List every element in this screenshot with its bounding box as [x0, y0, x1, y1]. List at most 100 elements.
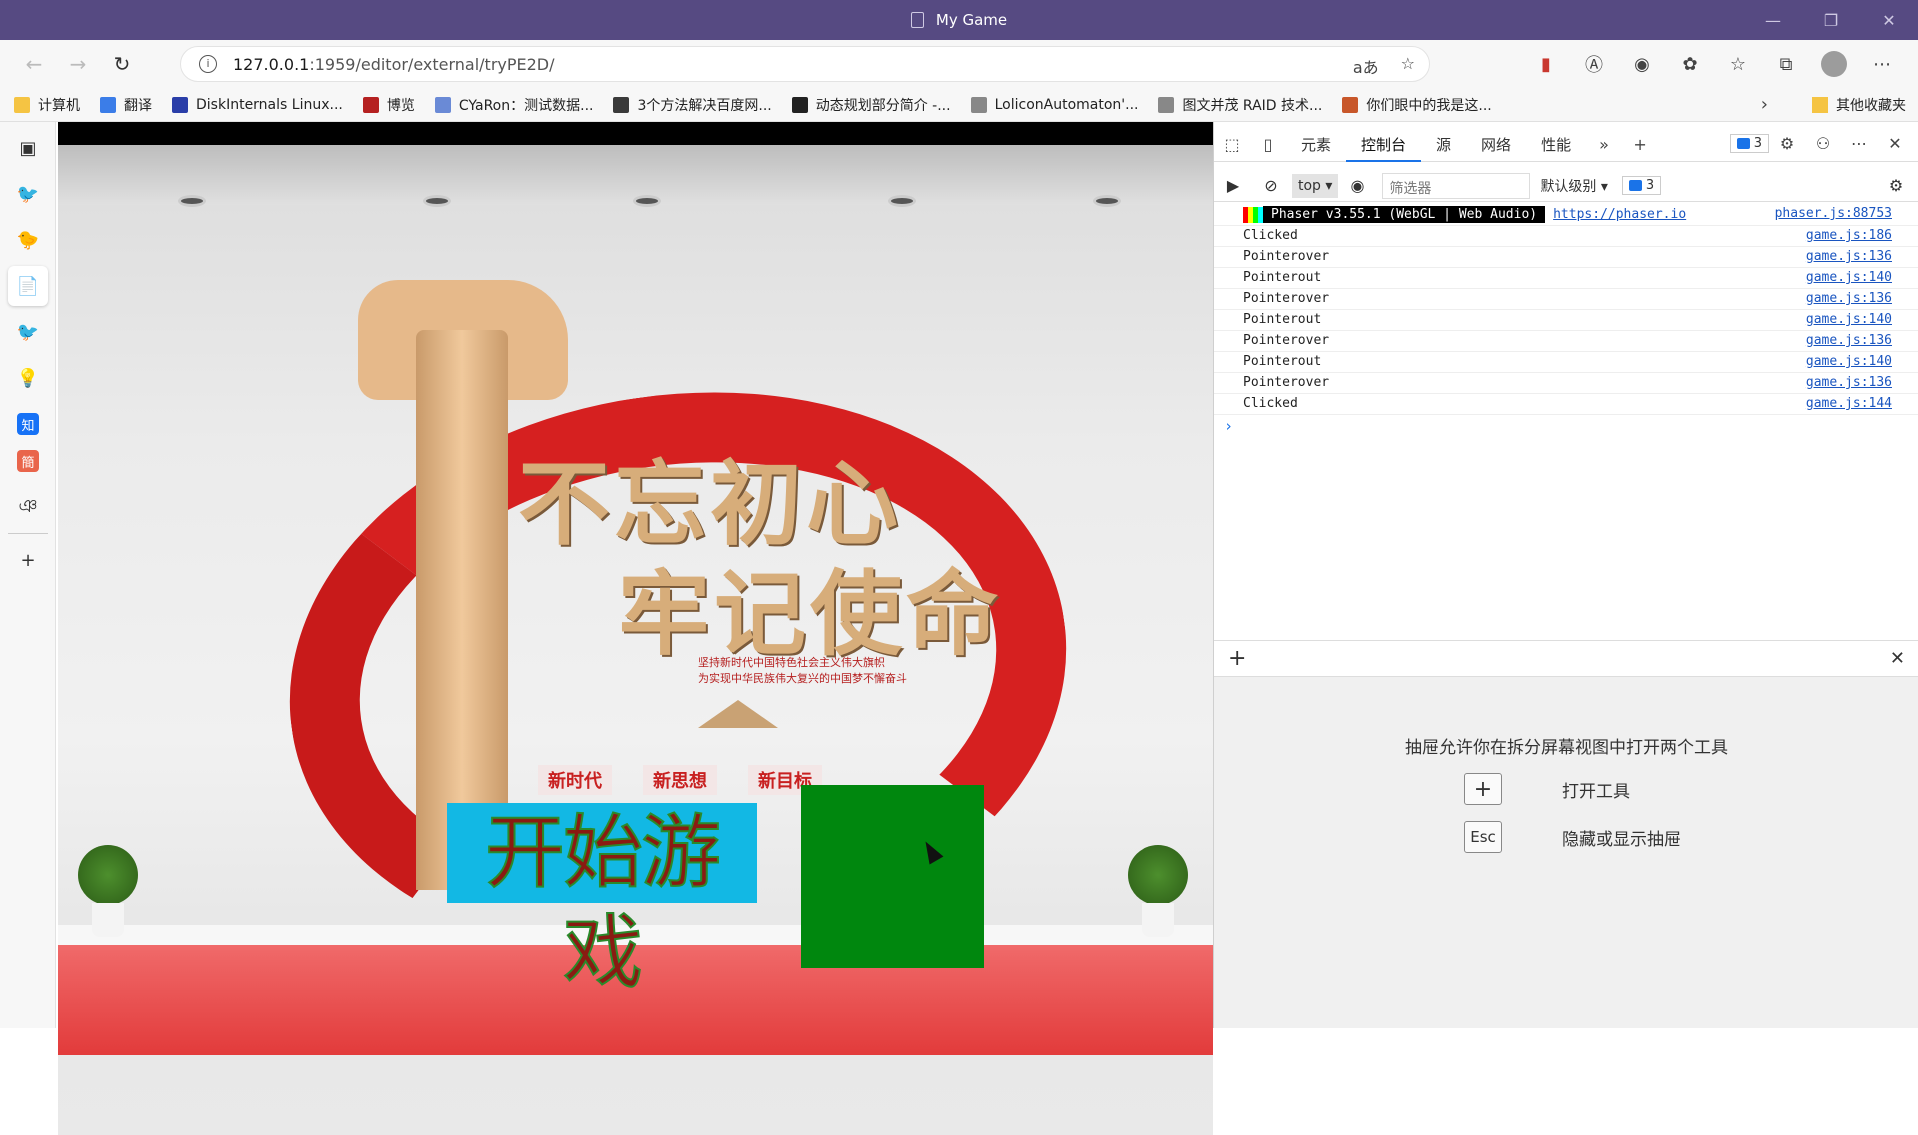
- pet2-icon[interactable]: 🐦: [8, 312, 48, 352]
- ceiling-lamp: [888, 195, 916, 207]
- log-source-link[interactable]: game.js:136: [1806, 373, 1892, 393]
- close-window-button[interactable]: ✕: [1860, 0, 1918, 40]
- read-aloud-icon[interactable]: aあ: [1353, 54, 1379, 78]
- favorite-item[interactable]: 翻译: [100, 95, 152, 115]
- favorite-item[interactable]: 图文并茂 RAID 技术...: [1158, 95, 1322, 115]
- log-row: Pointerover game.js:136: [1214, 373, 1918, 394]
- tab-performance[interactable]: 性能: [1526, 128, 1586, 162]
- issues-badge[interactable]: 3: [1621, 176, 1662, 195]
- favorite-item[interactable]: 计算机: [14, 95, 80, 115]
- collections-icon[interactable]: ⧉: [1762, 46, 1810, 82]
- add-tab-icon[interactable]: +: [1622, 130, 1658, 160]
- profile-icon[interactable]: [1810, 46, 1858, 82]
- esc-key[interactable]: Esc: [1464, 821, 1502, 853]
- favorite-item[interactable]: DiskInternals Linux...: [172, 96, 343, 113]
- log-levels-dropdown[interactable]: 默认级别 ▾: [1540, 176, 1607, 196]
- tag-label: 新时代: [538, 765, 612, 795]
- eye-icon[interactable]: ◉: [1338, 171, 1376, 201]
- extensions-icon[interactable]: ✿: [1666, 46, 1714, 82]
- log-source-link[interactable]: game.js:144: [1806, 394, 1892, 414]
- game-canvas[interactable]: 不忘初心 牢记使命 坚持新时代中国特色社会主义伟大旗帜 为实现中华民族伟大复兴的…: [58, 145, 1213, 1135]
- favorite-item[interactable]: LoliconAutomaton'...: [970, 96, 1138, 113]
- log-source-link[interactable]: game.js:140: [1806, 352, 1892, 372]
- jian-icon[interactable]: 簡: [17, 450, 39, 472]
- start-game-button[interactable]: 开始游戏: [447, 803, 757, 1000]
- drawer-open-tool: + 打开工具: [1464, 773, 1630, 805]
- favorite-star-icon[interactable]: ☆: [1401, 54, 1415, 78]
- tab-sources[interactable]: 源: [1421, 128, 1466, 162]
- bolan-icon: [362, 96, 379, 113]
- forward-button[interactable]: →: [56, 42, 100, 86]
- bulb-icon[interactable]: 💡: [8, 358, 48, 398]
- log-source-link[interactable]: game.js:136: [1806, 289, 1892, 309]
- green-square-sprite[interactable]: [801, 785, 984, 968]
- mountain-ornament: [698, 700, 778, 728]
- sidebar-toggle-icon[interactable]: ▶: [1214, 171, 1252, 201]
- favorite-item[interactable]: CYaRon：测试数据...: [434, 95, 593, 115]
- issues-badge[interactable]: 3: [1729, 133, 1769, 153]
- more-tabs-icon[interactable]: »: [1586, 130, 1622, 160]
- address-bar: ← → ↻ i 127.0.0.1:1959/editor/external/t…: [0, 40, 1918, 88]
- tabs-icon[interactable]: ▣: [8, 128, 48, 168]
- pet-icon[interactable]: 🐦: [8, 174, 48, 214]
- page-icon: [1158, 96, 1175, 113]
- refresh-button[interactable]: ↻: [100, 42, 144, 86]
- log-source-link[interactable]: game.js:140: [1806, 268, 1892, 288]
- favorites-icon[interactable]: ☆: [1714, 46, 1762, 82]
- log-source-link[interactable]: game.js:136: [1806, 331, 1892, 351]
- device-toggle-icon[interactable]: ▯: [1250, 130, 1286, 160]
- customize-icon[interactable]: ⚇: [1805, 128, 1841, 158]
- log-source-link[interactable]: game.js:140: [1806, 310, 1892, 330]
- close-icon[interactable]: ✕: [1877, 128, 1913, 158]
- tab-elements[interactable]: 元素: [1286, 128, 1346, 162]
- minimize-button[interactable]: —: [1744, 0, 1802, 40]
- context-selector[interactable]: top ▾: [1292, 173, 1339, 198]
- phaser-banner-row: Phaser v3.55.1 (WebGL | Web Audio) https…: [1214, 204, 1918, 226]
- log-row: Pointerover game.js:136: [1214, 247, 1918, 268]
- favorite-item[interactable]: 动态规划部分简介 -...: [791, 95, 951, 115]
- gear-icon[interactable]: ⚙: [1769, 128, 1805, 158]
- info-icon[interactable]: i: [199, 55, 217, 73]
- close-drawer-icon[interactable]: ✕: [1890, 648, 1905, 669]
- other-favorites[interactable]: 其他收藏夹: [1812, 95, 1906, 115]
- plus-key[interactable]: +: [1464, 773, 1502, 805]
- back-button[interactable]: ←: [12, 42, 56, 86]
- translate-icon: [100, 96, 116, 113]
- window-controls: — ❐ ✕: [1744, 0, 1918, 40]
- favorites-bar: 计算机 翻译 DiskInternals Linux... 博览 CYaRon：…: [0, 88, 1918, 122]
- log-source-link[interactable]: game.js:136: [1806, 247, 1892, 267]
- log-source-link[interactable]: phaser.js:88753: [1775, 204, 1892, 225]
- more-menu-icon[interactable]: ⋯: [1858, 46, 1906, 82]
- ceiling-lamp: [633, 195, 661, 207]
- inspect-icon[interactable]: ⬚: [1214, 130, 1250, 160]
- log-row: Pointerout game.js:140: [1214, 310, 1918, 331]
- extension-a-icon[interactable]: Ⓐ: [1570, 46, 1618, 82]
- favorite-item[interactable]: 你们眼中的我是这...: [1342, 95, 1492, 115]
- zhihu-icon[interactable]: 知: [17, 413, 39, 435]
- extension-circle-icon[interactable]: ◉: [1618, 46, 1666, 82]
- extension-flag-icon[interactable]: ▮: [1522, 46, 1570, 82]
- add-icon[interactable]: +: [8, 540, 48, 580]
- script-icon[interactable]: ঞ: [8, 487, 48, 527]
- clear-console-icon[interactable]: ⊘: [1252, 171, 1290, 201]
- url-field[interactable]: i 127.0.0.1:1959/editor/external/tryPE2D…: [180, 46, 1430, 82]
- gear-icon[interactable]: ⚙: [1877, 171, 1915, 201]
- filter-input[interactable]: 筛选器: [1382, 172, 1531, 199]
- more-menu-icon[interactable]: ⋯: [1841, 128, 1877, 158]
- page-icon[interactable]: 📄: [8, 266, 48, 306]
- tab-console[interactable]: 控制台: [1346, 128, 1422, 162]
- log-source-link[interactable]: game.js:186: [1806, 226, 1892, 246]
- favorite-item[interactable]: 博览: [362, 95, 415, 115]
- maximize-button[interactable]: ❐: [1802, 0, 1860, 40]
- favorite-item[interactable]: 3个方法解决百度网...: [613, 95, 772, 115]
- tab-network[interactable]: 网络: [1466, 128, 1526, 162]
- bird-icon[interactable]: 🐤: [8, 220, 48, 260]
- drawer-message: 抽屉允许你在拆分屏幕视图中打开两个工具: [1405, 738, 1728, 758]
- small-slogan: 坚持新时代中国特色社会主义伟大旗帜 为实现中华民族伟大复兴的中国梦不懈奋斗: [698, 656, 907, 685]
- add-drawer-tool-icon[interactable]: +: [1228, 646, 1246, 671]
- phaser-link[interactable]: https://phaser.io: [1553, 205, 1686, 225]
- console-log: Phaser v3.55.1 (WebGL | Web Audio) https…: [1214, 204, 1918, 435]
- diskinternals-icon: [172, 96, 188, 113]
- chevron-right-icon[interactable]: ›: [1761, 94, 1768, 115]
- console-prompt[interactable]: ›: [1224, 417, 1918, 435]
